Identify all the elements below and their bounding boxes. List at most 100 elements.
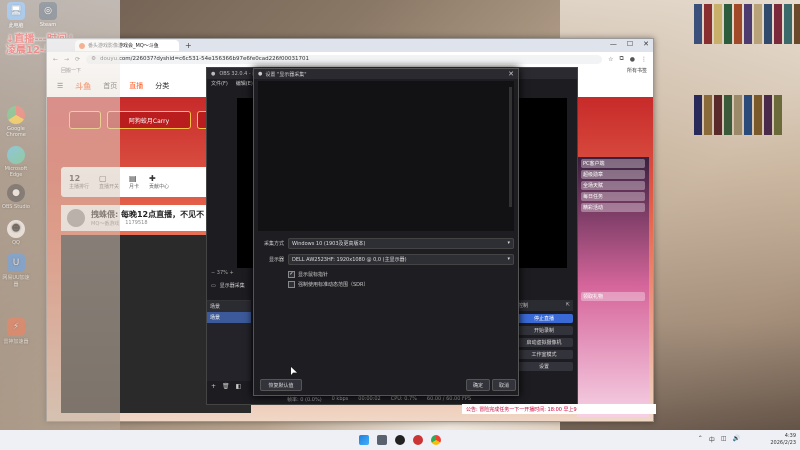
checkbox-unchecked[interactable] [288, 280, 295, 288]
desktop-icon-leishen[interactable]: ⚡ 雷神加速器 [2, 318, 30, 345]
close-icon[interactable]: ✕ [508, 70, 514, 78]
stat-label: 主播排行 [69, 184, 90, 190]
bookshelf [690, 0, 800, 188]
douyu-logo[interactable]: 斗鱼 [75, 81, 91, 92]
address-bar[interactable]: ⚙ douyu.com/226037?dyshid=c6c531-54e1563… [86, 54, 603, 64]
extensions-icon[interactable]: ⧉ [619, 55, 623, 63]
bookmark-item[interactable]: 回搬一下 [61, 67, 81, 74]
steam-icon: ◎ [39, 2, 57, 20]
cancel-button[interactable]: 取消 [492, 379, 516, 391]
stat-rank[interactable]: 12 主播排行 [69, 174, 89, 190]
system-tray: ⌃ 中 ◫ 🔊 [698, 435, 740, 444]
app-taskbar-icon[interactable] [413, 435, 423, 445]
promo-item[interactable]: 精彩活动 [581, 203, 645, 212]
stop-streaming-button[interactable]: 停止直播 [515, 314, 573, 323]
url-text: douyu.com/226037?dyshid=c6c531-54e156366… [100, 56, 310, 62]
ime-indicator[interactable]: 中 [709, 435, 715, 444]
bookmark-star-icon[interactable]: ☆ [608, 56, 613, 63]
checkbox-checked[interactable]: ✓ [288, 270, 295, 278]
desktop-icon-qq[interactable]: ☻ QQ [2, 220, 30, 246]
new-tab-button[interactable]: + [185, 41, 192, 50]
stat-monthly-card[interactable]: ▤ 月卡 [129, 174, 139, 190]
capture-method-select[interactable]: Windows 10 (1903及更高版本) ▾ [288, 237, 514, 249]
add-icon[interactable]: + [211, 383, 216, 390]
forward-arrow-icon[interactable]: → [64, 56, 69, 63]
schedule-line-2: 凌晨12-早10 [6, 45, 68, 56]
display-select[interactable]: DELL AW2523HF: 1920x1080 @ 0,0 (主显示器) ▾ [288, 253, 514, 265]
windows-start-icon[interactable] [359, 435, 369, 445]
minimize-button[interactable]: — [610, 40, 617, 48]
obs-taskbar-icon[interactable] [395, 435, 405, 445]
reload-icon[interactable]: ⟳ [75, 56, 80, 63]
site-info-icon[interactable]: ⚙ [91, 56, 96, 62]
chevron-up-icon[interactable]: ⌃ [698, 435, 703, 444]
clock[interactable]: 4:39 2026/2/23 [770, 433, 796, 447]
scenes-header: 场景 [207, 301, 251, 312]
banner-box-left [69, 111, 101, 129]
promo-item[interactable]: PC客户端 [581, 159, 645, 168]
chevron-down-icon: ▾ [507, 256, 510, 262]
desktop-icon-this-pc[interactable]: 🖥 此电脑 [2, 2, 30, 29]
scrollbar[interactable] [509, 87, 512, 207]
back-arrow-icon[interactable]: ← [53, 56, 58, 63]
dock-pin-icon[interactable]: ⇱ [566, 302, 570, 309]
desktop-icon-edge[interactable]: Microsoft Edge [2, 146, 30, 178]
controls-title: 控制 [518, 303, 529, 309]
douyu-favicon-icon [79, 42, 85, 49]
menu-kebab-icon[interactable]: ⋮ [641, 56, 647, 63]
settings-button[interactable]: 设置 [515, 362, 573, 371]
nav-live[interactable]: 直播 [129, 81, 143, 91]
start-recording-button[interactable]: 开始录制 [515, 326, 573, 335]
all-bookmarks[interactable]: 所有书签 [627, 67, 647, 74]
status-frames: 帧率: 0 (0.0%) [287, 396, 322, 403]
desktop-icon-uu[interactable]: U 网易UU加速器 [2, 254, 30, 288]
stat-contribution[interactable]: ✚ 贡献中心 [149, 174, 169, 190]
stat-value: 12 [69, 174, 81, 183]
promo-item[interactable]: 每日任务 [581, 192, 645, 201]
desktop-icon-obs[interactable]: ● OBS Studio [2, 184, 30, 210]
close-button[interactable]: ✕ [643, 40, 649, 48]
hamburger-menu-icon[interactable]: ☰ [57, 82, 63, 90]
desktop-icon-label: 网易UU加速器 [2, 275, 30, 288]
virtual-camera-button[interactable]: 启动虚拟摄像机 [515, 338, 573, 347]
maximize-button[interactable]: ☐ [627, 40, 633, 48]
streamer-name-button[interactable]: 阿狗蛟月Carry [107, 111, 191, 129]
scene-item[interactable]: 场景 [207, 312, 251, 323]
profile-icon[interactable]: ● [630, 56, 635, 63]
desktop-icon-chrome[interactable]: Google Chrome [2, 106, 30, 138]
schedule-line-1: ↓直播---时间↓ [6, 34, 76, 45]
controls-dock: 控制 ⇱ 停止直播 开始录制 启动虚拟摄像机 工作室模式 设置 [515, 300, 573, 374]
desktop-icon-label: Google Chrome [6, 126, 26, 138]
ok-button[interactable]: 确定 [466, 379, 490, 391]
capture-preview [258, 81, 514, 231]
stat-live-toggle[interactable]: ▢ 直播开关 [99, 174, 119, 190]
promo-item[interactable]: 领取礼物 [581, 292, 645, 301]
trash-icon[interactable]: 🗑 [222, 383, 230, 390]
desktop-icon-steam[interactable]: ◎ Steam [34, 2, 62, 28]
display-label: 显示器 [268, 256, 284, 263]
filter-icon[interactable]: ◧ [236, 383, 242, 390]
menu-edit[interactable]: 编辑(E) [236, 80, 253, 87]
task-view-icon[interactable] [377, 435, 387, 445]
zoom-level[interactable]: − 37% + [211, 270, 234, 276]
controls-header: 控制 ⇱ [515, 300, 573, 311]
nav-home[interactable]: 首页 [103, 81, 117, 91]
promo-item[interactable]: 全场天赋 [581, 181, 645, 190]
status-fps: 60.00 / 60.00 FPS [426, 396, 472, 402]
avatar[interactable] [67, 209, 85, 227]
restore-defaults-button[interactable]: 恢复默认值 [260, 379, 302, 391]
tab-douyu[interactable]: 番头游戏影像游戏会_MQ～斗鱼 [75, 40, 179, 51]
desktop-icon-label: 雷神加速器 [3, 339, 29, 345]
nav-category[interactable]: 分类 [155, 81, 169, 91]
volume-icon[interactable]: 🔊 [733, 435, 740, 444]
sdr-checkbox[interactable]: 强制使用标准动态范围（SDR） [288, 279, 514, 289]
promo-item[interactable]: 超级勋章 [581, 170, 645, 179]
network-icon[interactable]: ◫ [721, 435, 727, 444]
source-name[interactable]: 显示器采集 [220, 282, 245, 289]
stream-meta[interactable]: MQ～番游戏 [91, 220, 119, 227]
show-cursor-checkbox[interactable]: ✓ 显示鼠标指针 [288, 269, 514, 279]
status-time: 00:00:02 [358, 396, 381, 402]
studio-mode-button[interactable]: 工作室模式 [515, 350, 573, 359]
chrome-taskbar-icon[interactable] [431, 435, 441, 445]
menu-file[interactable]: 文件(F) [211, 80, 228, 87]
